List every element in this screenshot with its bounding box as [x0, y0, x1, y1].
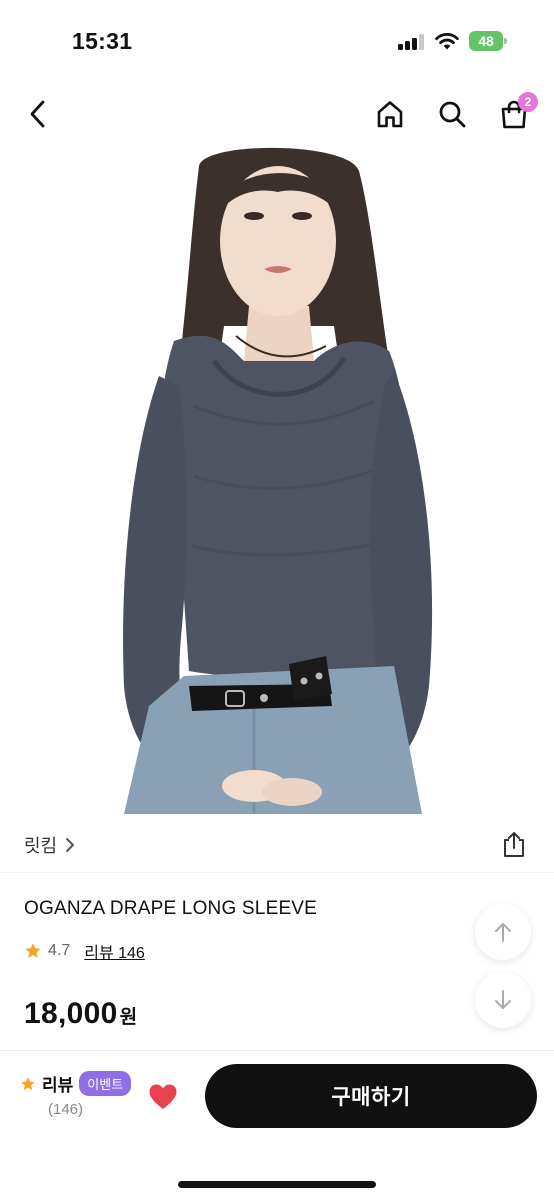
share-button[interactable] — [498, 828, 530, 860]
cellular-signal-icon — [398, 34, 424, 50]
status-time: 15:31 — [72, 28, 133, 54]
wifi-icon — [434, 31, 460, 51]
product-name: OGANZA DRAPE LONG SLEEVE — [24, 898, 318, 919]
scroll-top-button[interactable] — [475, 904, 531, 960]
divider — [0, 872, 554, 873]
home-indicator — [178, 1181, 376, 1188]
product-image[interactable] — [104, 146, 450, 814]
review-count: (146) — [48, 1101, 84, 1118]
review-summary[interactable]: 리뷰 이벤트 (146) — [20, 1071, 132, 1118]
battery-charging-icon: 48 — [469, 31, 507, 51]
cart-button[interactable]: 2 — [494, 92, 538, 134]
brand-link[interactable]: 릿킴 — [24, 832, 75, 858]
cart-count-badge: 2 — [518, 92, 538, 112]
price-row: 18,000 원 — [24, 997, 137, 1031]
rating-row: 4.7 리뷰 146 — [24, 939, 145, 963]
home-icon — [377, 101, 403, 128]
brand-name: 릿킴 — [24, 836, 58, 856]
status-bar: 15:31 48 — [0, 0, 554, 80]
scroll-bottom-button[interactable] — [475, 972, 531, 1028]
star-icon — [21, 1076, 35, 1090]
arrow-down-icon — [495, 990, 511, 1009]
buy-button[interactable]: 구매하기 — [205, 1064, 537, 1128]
top-nav: 2 — [0, 86, 554, 144]
brand-row: 릿킴 — [0, 820, 554, 870]
back-chevron-icon — [30, 100, 45, 128]
wishlist-button[interactable] — [146, 1081, 180, 1113]
arrow-up-icon — [495, 923, 511, 942]
review-label: 리뷰 — [42, 1076, 74, 1095]
home-button[interactable] — [370, 94, 410, 134]
search-button[interactable] — [432, 94, 472, 134]
heart-icon — [149, 1084, 177, 1109]
rating-value: 4.7 — [48, 942, 71, 959]
price-unit: 원 — [119, 1007, 138, 1028]
back-button[interactable] — [18, 94, 58, 134]
event-badge: 이벤트 — [79, 1071, 132, 1096]
search-icon — [439, 101, 466, 128]
chevron-right-icon — [66, 838, 75, 852]
review-link[interactable]: 리뷰 146 — [84, 939, 145, 963]
share-icon — [504, 832, 524, 857]
bottom-action-bar: 리뷰 이벤트 (146) 구매하기 — [0, 1050, 554, 1200]
price-amount: 18,000 — [24, 997, 118, 1030]
star-icon — [25, 943, 41, 958]
battery-level: 48 — [469, 31, 503, 51]
